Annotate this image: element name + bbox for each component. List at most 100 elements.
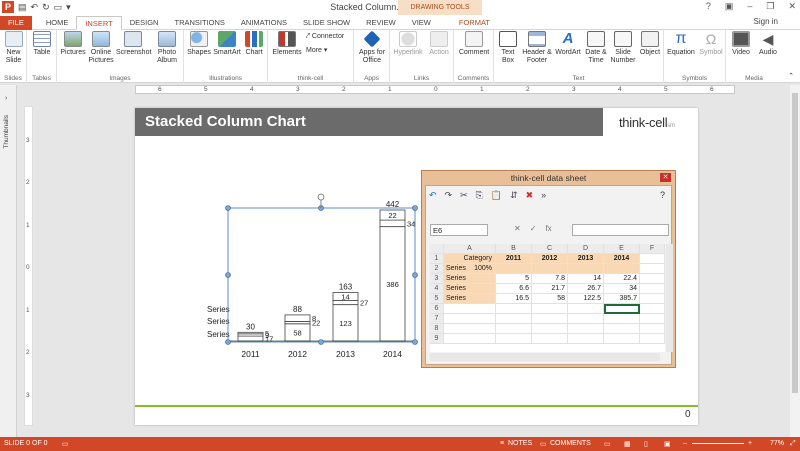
column-header[interactable]: E — [604, 244, 640, 254]
data-cell[interactable] — [532, 314, 568, 324]
row-header[interactable]: 1 — [430, 254, 444, 264]
datasheet-vertical-scrollbar[interactable] — [666, 244, 673, 352]
series-name-cell[interactable]: Series 100% — [444, 264, 496, 274]
series-name-cell[interactable]: Series — [444, 294, 496, 304]
data-cell[interactable] — [640, 304, 665, 314]
ds-delete-icon[interactable]: ✖ — [526, 190, 534, 201]
tab-view[interactable]: VIEW — [404, 16, 439, 30]
data-cell[interactable]: 6.6 — [496, 284, 532, 294]
data-cell[interactable] — [604, 304, 640, 314]
datasheet-horizontal-scrollbar[interactable] — [430, 353, 660, 361]
datasheet-help-icon[interactable]: ? — [660, 190, 665, 200]
smartart-button[interactable]: SmartArt — [213, 31, 241, 57]
data-cell[interactable]: 122.5 — [568, 294, 604, 304]
ribbon-display-options-icon[interactable]: ▣ — [725, 1, 734, 12]
reading-view-icon[interactable]: ▯ — [644, 440, 648, 448]
series-name-cell[interactable] — [444, 304, 496, 314]
tab-transitions[interactable]: TRANSITIONS — [166, 16, 232, 30]
header-footer-button[interactable]: Header & Footer — [522, 31, 552, 65]
data-cell[interactable] — [532, 264, 568, 274]
column-header[interactable]: A — [444, 244, 496, 254]
connector-button[interactable]: ⤤ Connector — [306, 33, 344, 41]
data-cell[interactable]: 21.7 — [532, 284, 568, 294]
symbol-button[interactable]: Ω Symbol — [697, 31, 725, 57]
data-cell[interactable]: 34 — [604, 284, 640, 294]
row-header[interactable]: 3 — [430, 274, 444, 284]
tab-slide-show[interactable]: SLIDE SHOW — [295, 16, 358, 30]
video-button[interactable]: Video — [728, 31, 754, 57]
restore-icon[interactable]: ❐ — [766, 1, 774, 12]
ds-cut-icon[interactable]: ✂ — [460, 190, 468, 201]
data-cell[interactable]: 26.7 — [568, 284, 604, 294]
data-cell[interactable] — [496, 334, 532, 344]
screenshot-button[interactable]: Screenshot — [116, 31, 151, 57]
close-icon[interactable]: ✕ — [788, 1, 796, 12]
photo-album-button[interactable]: Photo Album — [152, 31, 182, 65]
online-pictures-button[interactable]: Online Pictures — [87, 31, 115, 65]
scrollbar-thumb[interactable] — [792, 93, 798, 393]
zoom-slider[interactable] — [692, 443, 744, 444]
function-icon[interactable]: fx — [545, 224, 551, 233]
pictures-button[interactable]: Pictures — [60, 31, 86, 57]
data-cell[interactable] — [604, 324, 640, 334]
corner-cell[interactable] — [430, 244, 444, 254]
sign-in-link[interactable]: Sign in — [754, 17, 778, 26]
series-name-cell[interactable] — [444, 324, 496, 334]
data-cell[interactable]: 2011 — [496, 254, 532, 264]
data-cell[interactable]: 7.8 — [532, 274, 568, 284]
column-header[interactable]: F — [640, 244, 665, 254]
data-cell[interactable] — [496, 304, 532, 314]
tab-animations[interactable]: ANIMATIONS — [233, 16, 295, 30]
tab-design[interactable]: DESIGN — [122, 16, 167, 30]
data-cell[interactable] — [568, 314, 604, 324]
row-header[interactable]: 6 — [430, 304, 444, 314]
think-cell-datasheet-window[interactable]: think-cell data sheet ✕ ↶ ↷ ✂ ⎘ 📋 ⇵ ✖ » … — [421, 170, 676, 368]
data-cell[interactable] — [496, 264, 532, 274]
notes-button[interactable]: NOTES — [508, 440, 532, 447]
text-box-button[interactable]: Text Box — [496, 31, 520, 65]
tab-file[interactable]: FILE — [0, 16, 32, 30]
data-cell[interactable] — [568, 334, 604, 344]
help-icon[interactable]: ? — [706, 1, 711, 12]
expand-thumbnails-icon[interactable]: › — [5, 95, 7, 102]
elements-button[interactable]: Elements — [271, 31, 303, 57]
data-cell[interactable] — [568, 264, 604, 274]
data-cell[interactable] — [640, 284, 665, 294]
ds-copy-icon[interactable]: ⎘ — [476, 190, 483, 201]
chart-button[interactable]: Chart — [242, 31, 266, 57]
data-cell[interactable] — [568, 324, 604, 334]
vertical-scrollbar[interactable] — [790, 85, 800, 437]
column-header[interactable]: C — [532, 244, 568, 254]
cancel-formula-icon[interactable]: ✕ — [514, 224, 521, 233]
data-cell[interactable]: 2014 — [604, 254, 640, 264]
audio-button[interactable]: ◀ Audio — [755, 31, 781, 57]
series-name-cell[interactable] — [444, 334, 496, 344]
comment-button[interactable]: Comment — [457, 31, 491, 57]
collapse-ribbon-icon[interactable]: ⌃ — [788, 72, 794, 80]
ds-insert-icon[interactable]: ⇵ — [510, 190, 518, 201]
equation-button[interactable]: π Equation — [666, 31, 696, 57]
tab-review[interactable]: REVIEW — [358, 16, 404, 30]
data-cell[interactable]: 5 — [496, 274, 532, 284]
series-name-cell[interactable] — [444, 314, 496, 324]
row-header[interactable]: 4 — [430, 284, 444, 294]
data-cell[interactable] — [640, 294, 665, 304]
hyperlink-button[interactable]: Hyperlink — [392, 31, 424, 57]
name-box[interactable]: E6 — [430, 224, 488, 236]
data-cell[interactable] — [604, 264, 640, 274]
slide-number-button[interactable]: Slide Number — [609, 31, 637, 65]
data-cell[interactable] — [568, 304, 604, 314]
data-cell[interactable] — [640, 324, 665, 334]
data-cell[interactable] — [604, 314, 640, 324]
data-cell[interactable] — [496, 314, 532, 324]
action-button[interactable]: Action — [426, 31, 452, 57]
comments-button[interactable]: COMMENTS — [550, 440, 591, 447]
data-cell[interactable]: 2012 — [532, 254, 568, 264]
data-cell[interactable] — [532, 304, 568, 314]
tab-insert[interactable]: INSERT — [76, 16, 122, 30]
more-button[interactable]: More ▾ — [306, 46, 327, 54]
series-name-cell[interactable]: Category — [444, 254, 496, 264]
date-time-button[interactable]: Date & Time — [583, 31, 609, 65]
tab-format[interactable]: FORMAT — [451, 16, 498, 30]
ds-paste-icon[interactable]: 📋 — [491, 190, 502, 201]
